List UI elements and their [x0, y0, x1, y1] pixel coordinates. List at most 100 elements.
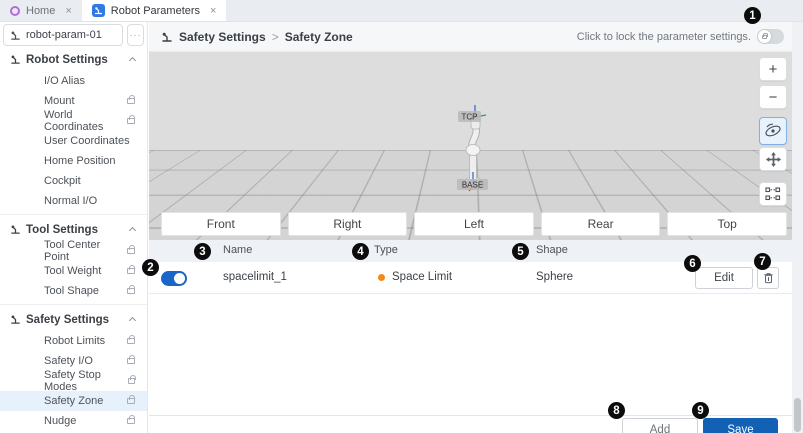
- item-label: Normal I/O: [44, 195, 97, 207]
- param-name-field[interactable]: robot-param-01: [3, 24, 123, 46]
- zoom-out-button[interactable]: −: [759, 85, 787, 109]
- sidebar-item-mount[interactable]: Mount: [0, 91, 147, 111]
- zone-type-label: Space Limit: [392, 271, 452, 283]
- sidebar-item-io-alias[interactable]: I/O Alias: [0, 71, 147, 91]
- sidebar-item-tool-weight[interactable]: Tool Weight: [0, 261, 147, 281]
- item-label: User Coordinates: [44, 135, 130, 147]
- item-label: I/O Alias: [44, 75, 85, 87]
- sidebar-item-safety-zone[interactable]: Safety Zone: [0, 391, 147, 411]
- pan-icon: [765, 151, 782, 168]
- viewer-toolbar: + −: [759, 57, 787, 210]
- sidebar-item-world-coordinates[interactable]: World Coordinates: [0, 111, 147, 131]
- sidebar-item-safety-stop-modes[interactable]: Safety Stop Modes: [0, 371, 147, 391]
- item-label: Tool Shape: [44, 285, 99, 297]
- sidebar-item-nudge[interactable]: Nudge: [0, 411, 147, 431]
- section-safety-settings[interactable]: Safety Settings: [0, 308, 147, 331]
- sidebar-item-user-coordinates[interactable]: User Coordinates: [0, 131, 147, 151]
- toggle-knob: [758, 30, 771, 43]
- view-top-button[interactable]: Top: [667, 212, 787, 236]
- edit-button[interactable]: Edit: [695, 267, 753, 289]
- lock-icon: [127, 98, 135, 104]
- main-panel: Safety Settings > Safety Zone Click to l…: [149, 22, 792, 433]
- section-label: Robot Settings: [26, 54, 108, 66]
- pan-tool-button[interactable]: [759, 147, 787, 171]
- item-label: Tool Center Point: [44, 239, 127, 263]
- view-right-button[interactable]: Right: [288, 212, 408, 236]
- delete-button[interactable]: [757, 267, 779, 289]
- zone-table-body: [149, 294, 792, 415]
- close-icon[interactable]: ×: [210, 5, 216, 17]
- item-label: Home Position: [44, 155, 116, 167]
- param-header: robot-param-01 ···: [0, 22, 147, 48]
- lock-icon: [127, 248, 135, 254]
- more-options-button[interactable]: ···: [127, 24, 144, 46]
- sidebar-item-home-position[interactable]: Home Position: [0, 151, 147, 171]
- divider: [0, 304, 147, 305]
- sidebar-item-normal-io[interactable]: Normal I/O: [0, 191, 147, 211]
- orbit-icon: [764, 122, 782, 140]
- type-dot-icon: [378, 274, 385, 281]
- view-rear-button[interactable]: Rear: [541, 212, 661, 236]
- save-button[interactable]: Save: [703, 418, 778, 433]
- orbit-tool-button[interactable]: [759, 117, 787, 145]
- divider: [0, 214, 147, 215]
- zone-shape: Sphere: [536, 271, 573, 283]
- section-tool-settings[interactable]: Tool Settings: [0, 218, 147, 241]
- breadcrumb-parent[interactable]: Safety Settings: [179, 30, 266, 44]
- 3d-viewer[interactable]: TCP BASE + −: [149, 52, 792, 240]
- add-button[interactable]: Add: [622, 418, 698, 433]
- view-front-button[interactable]: Front: [161, 212, 281, 236]
- breadcrumb-separator: >: [272, 30, 279, 44]
- robot-icon: [10, 30, 21, 41]
- robot-icon: [10, 224, 21, 235]
- column-type: Type: [374, 244, 398, 256]
- param-name: robot-param-01: [26, 29, 102, 41]
- chevron-up-icon: [129, 317, 136, 324]
- lock-icon: [127, 268, 135, 274]
- sidebar-item-cockpit[interactable]: Cockpit: [0, 171, 147, 191]
- sidebar-item-tool-center-point[interactable]: Tool Center Point: [0, 241, 147, 261]
- sidebar-item-robot-limits[interactable]: Robot Limits: [0, 331, 147, 351]
- lock-icon: [127, 398, 135, 404]
- base-label: BASE: [462, 181, 483, 190]
- measure-tool-button[interactable]: [759, 182, 787, 206]
- toggle-knob: [174, 273, 185, 284]
- chevron-up-icon: [129, 57, 136, 64]
- tab-robot-parameters[interactable]: Robot Parameters ×: [82, 0, 227, 21]
- tab-home[interactable]: Home ×: [0, 0, 82, 21]
- lock-icon: [762, 35, 767, 39]
- tab-home-label: Home: [26, 5, 55, 17]
- sidebar-item-tool-shape[interactable]: Tool Shape: [0, 281, 147, 301]
- item-label: Safety Zone: [44, 395, 103, 407]
- section-robot-settings[interactable]: Robot Settings: [0, 48, 147, 71]
- view-buttons: Front Right Left Rear Top: [161, 212, 787, 236]
- zoom-in-button[interactable]: +: [759, 57, 787, 81]
- vertical-scrollbar[interactable]: [792, 22, 803, 433]
- lock-icon: [128, 378, 135, 384]
- lock-icon: [127, 338, 135, 344]
- close-icon[interactable]: ×: [65, 5, 71, 17]
- robot-icon: [10, 314, 21, 325]
- item-label: Tool Weight: [44, 265, 101, 277]
- section-label: Safety Settings: [26, 314, 109, 326]
- zone-enabled-toggle[interactable]: [161, 271, 187, 286]
- chevron-up-icon: [129, 227, 136, 234]
- item-label: Cockpit: [44, 175, 81, 187]
- annotation-badge-8: 8: [608, 402, 625, 419]
- view-left-button[interactable]: Left: [414, 212, 534, 236]
- item-label: Nudge: [44, 415, 76, 427]
- robot-icon: [10, 54, 21, 65]
- item-label: Robot Limits: [44, 335, 105, 347]
- parameter-lock-toggle[interactable]: [757, 29, 784, 44]
- tab-bar: Home × Robot Parameters ×: [0, 0, 803, 22]
- lock-icon: [127, 288, 135, 294]
- item-label: World Coordinates: [44, 109, 127, 133]
- scrollbar-thumb[interactable]: [794, 398, 801, 432]
- lock-hint: Click to lock the parameter settings.: [577, 29, 784, 44]
- annotation-badge-9: 9: [692, 402, 709, 419]
- sidebar-item-safety-io[interactable]: Safety I/O: [0, 351, 147, 371]
- zone-name: spacelimit_1: [223, 271, 287, 283]
- section-label: Tool Settings: [26, 224, 98, 236]
- item-label: Safety I/O: [44, 355, 93, 367]
- column-shape: Shape: [536, 244, 568, 256]
